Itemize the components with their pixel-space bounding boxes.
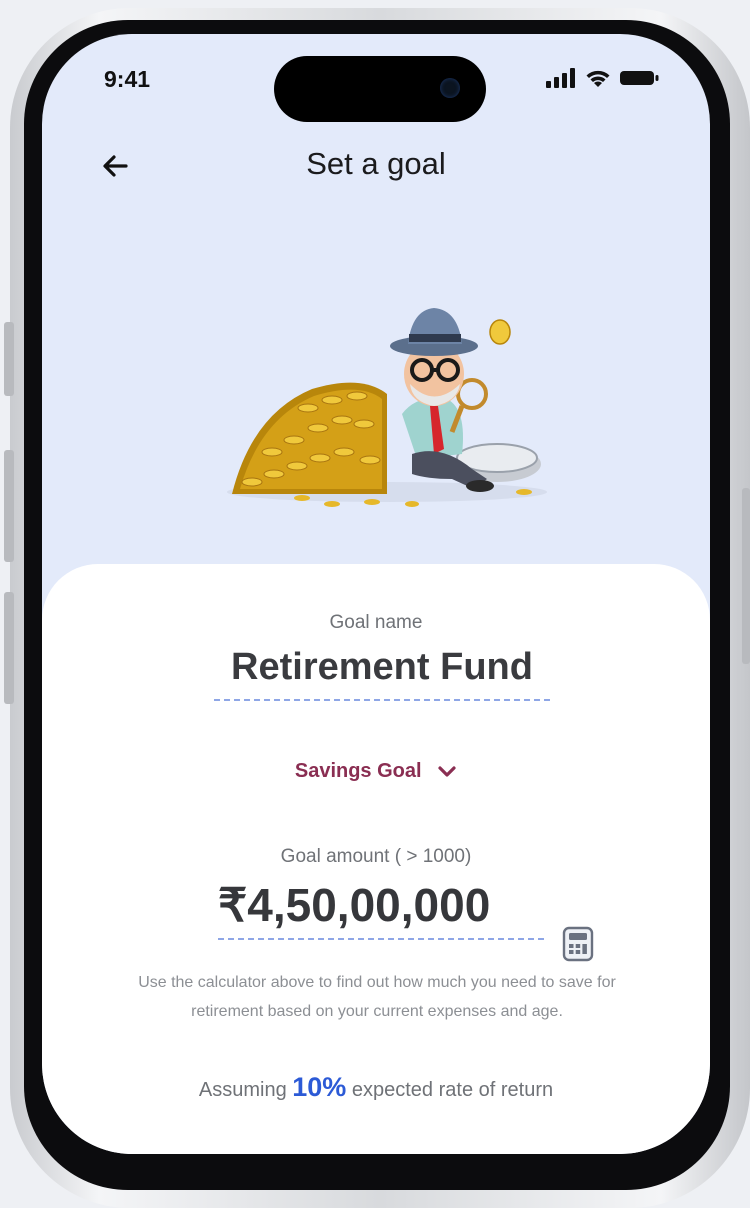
volume-down-button <box>4 592 14 704</box>
assumption-suffix: expected rate of return <box>351 1079 554 1101</box>
goal-form-card: Goal name Retirement Fund Savings Goal G… <box>42 564 710 1154</box>
screen: 9:41 Set a goal Goal name Retirement Fun… <box>42 34 710 1154</box>
wifi-icon <box>586 70 610 87</box>
assumption-rate-value[interactable]: 10% <box>292 1072 346 1102</box>
goal-name-field[interactable]: Retirement Fund <box>214 646 550 701</box>
front-camera <box>440 78 460 98</box>
power-button <box>742 488 750 664</box>
goal-amount-label: Goal amount ( > 1000) <box>280 846 472 867</box>
goal-helper-text: Use the calculator above to find out how… <box>138 974 616 1020</box>
chevron-down-icon <box>438 766 456 777</box>
goal-type-dropdown[interactable]: Savings Goal <box>42 760 710 783</box>
dynamic-island <box>274 56 486 122</box>
goal-amount-field[interactable]: ₹4,50,00,000 <box>218 878 544 940</box>
status-icons <box>546 68 660 88</box>
assumption-prefix: Assuming <box>198 1079 287 1101</box>
goal-name-label: Goal name <box>329 612 423 633</box>
battery-icon <box>620 71 659 85</box>
retired-man-with-coins-illustration <box>227 308 547 507</box>
calculator-icon[interactable] <box>562 926 594 962</box>
volume-up-button <box>4 450 14 562</box>
cellular-signal-icon <box>546 68 575 88</box>
page-title: Set a goal <box>306 146 446 181</box>
goal-type-value: Savings Goal <box>294 760 422 782</box>
action-button <box>4 322 14 396</box>
status-time: 9:41 <box>104 66 151 92</box>
